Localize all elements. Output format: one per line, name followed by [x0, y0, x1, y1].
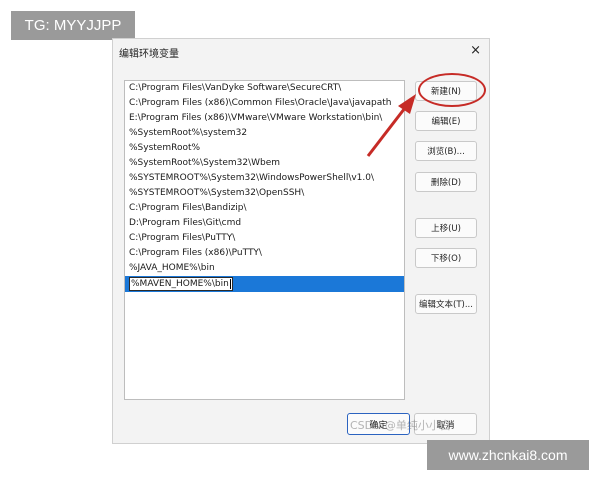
delete-button[interactable]: 删除(D) [415, 172, 477, 192]
move-up-button[interactable]: 上移(U) [415, 218, 477, 238]
list-item[interactable]: C:\Program Files (x86)\PuTTY\ [125, 246, 404, 261]
inline-edit-field[interactable]: %MAVEN_HOME%\bin [129, 277, 233, 291]
watermark-tag-bottom: www.zhcnkai8.com [427, 440, 589, 470]
list-item-editing[interactable]: %MAVEN_HOME%\bin [125, 276, 404, 292]
edit-text-button[interactable]: 编辑文本(T)... [415, 294, 477, 314]
close-icon[interactable]: × [470, 43, 481, 58]
annotation-arrow-icon [366, 94, 416, 157]
browse-button[interactable]: 浏览(B)... [415, 141, 477, 161]
list-item[interactable]: C:\Program Files\PuTTY\ [125, 231, 404, 246]
list-item[interactable]: D:\Program Files\Git\cmd [125, 216, 404, 231]
edit-button[interactable]: 编辑(E) [415, 111, 477, 131]
move-down-button[interactable]: 下移(O) [415, 248, 477, 268]
text-caret [229, 278, 231, 289]
watermark-tag-top: TG: MYYJJPP [11, 11, 135, 40]
list-item[interactable]: %SYSTEMROOT%\System32\WindowsPowerShell\… [125, 171, 404, 186]
highlight-circle [418, 73, 486, 107]
list-item[interactable]: %SYSTEMROOT%\System32\OpenSSH\ [125, 186, 404, 201]
list-item[interactable]: %JAVA_HOME%\bin [125, 261, 404, 276]
csdn-watermark: CSDN @单纯小小白 [350, 419, 451, 432]
dialog-title: 编辑环境变量 [119, 49, 179, 60]
inline-edit-value: %MAVEN_HOME%\bin [131, 279, 229, 289]
list-item[interactable]: C:\Program Files\Bandizip\ [125, 201, 404, 216]
